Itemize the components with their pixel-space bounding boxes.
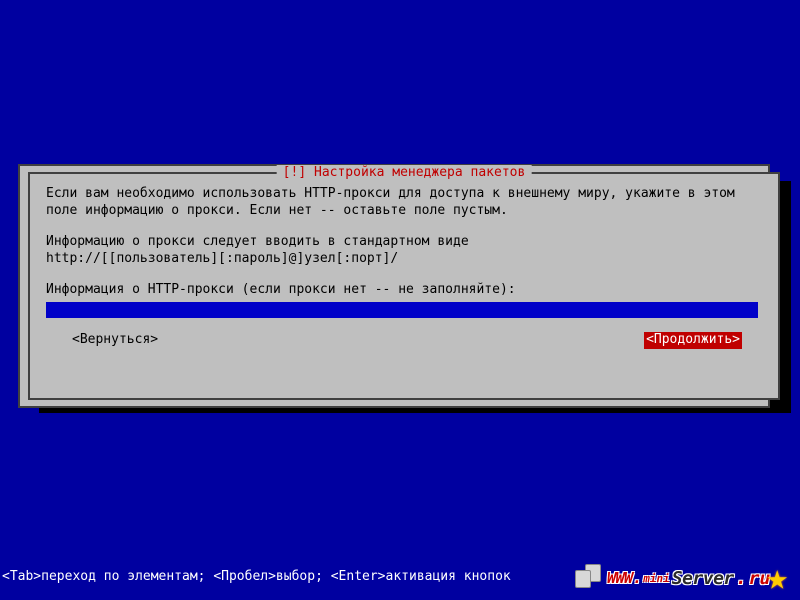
continue-button[interactable]: <Продолжить> (644, 332, 742, 349)
watermark-server: Server (672, 568, 734, 589)
star-icon: ★ (766, 565, 788, 590)
dialog-buttons-row: <Вернуться> <Продолжить> (46, 332, 762, 349)
watermark-mini: mini (643, 572, 670, 585)
go-back-button[interactable]: <Вернуться> (72, 332, 158, 349)
watermark-www: WWW. (607, 569, 641, 587)
proxy-format-intro: Информацию о прокси следует вводить в ст… (46, 234, 762, 251)
package-manager-config-dialog: [!] Настройка менеджера пакетов Если вам… (28, 172, 780, 400)
proxy-format-example: http://[[пользователь][:пароль]@]узел[:п… (46, 251, 762, 268)
watermark-dot: . (736, 568, 747, 589)
dialog-paragraph-2: Информацию о прокси следует вводить в ст… (46, 234, 762, 268)
http-proxy-input[interactable] (46, 302, 758, 318)
dialog-content: Если вам необходимо использовать HTTP-пр… (30, 174, 778, 361)
dialog-paragraph-1: Если вам необходимо использовать HTTP-пр… (46, 186, 762, 220)
server-icon (575, 564, 605, 592)
keyboard-hint: <Tab>переход по элементам; <Пробел>выбор… (2, 569, 511, 584)
proxy-input-label: Информация о HTTP-прокси (если прокси не… (46, 282, 762, 299)
dialog-title: [!] Настройка менеджера пакетов (277, 165, 532, 180)
watermark: WWW. mini Server . ru ★ (575, 564, 788, 592)
